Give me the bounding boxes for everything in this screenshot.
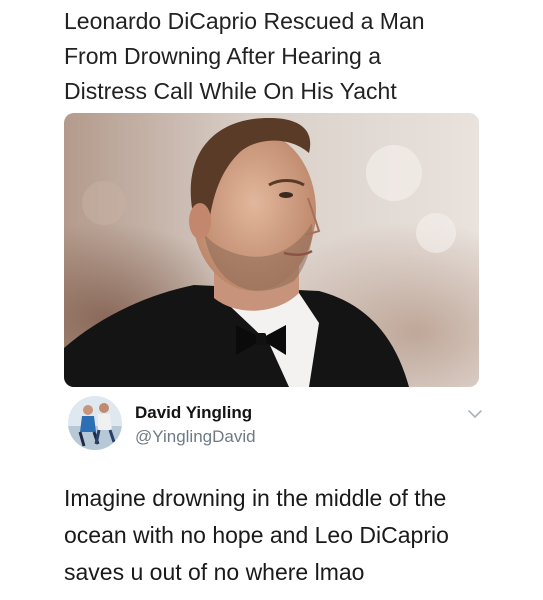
tweet-text-line-1: Imagine drowning in the middle of the bbox=[64, 485, 447, 511]
avatar[interactable] bbox=[68, 396, 122, 450]
news-photo bbox=[64, 113, 479, 387]
user-handle[interactable]: @YinglingDavid bbox=[135, 427, 256, 447]
tweet-text-line-3: saves u out of no where lmao bbox=[64, 559, 365, 585]
display-name[interactable]: David Yingling bbox=[135, 403, 252, 423]
headline-line-2: From Drowning After Hearing a bbox=[64, 43, 382, 69]
chevron-down-icon[interactable] bbox=[467, 407, 483, 419]
headline: Leonardo DiCaprio Rescued a Man From Dro… bbox=[64, 4, 504, 109]
tweet-text: Imagine drowning in the middle of the oc… bbox=[64, 480, 524, 591]
tweet-text-line-2: ocean with no hope and Leo DiCaprio bbox=[64, 522, 449, 548]
avatar-photo bbox=[68, 396, 122, 450]
headline-line-3: Distress Call While On His Yacht bbox=[64, 78, 397, 104]
man-in-tuxedo-photo bbox=[64, 113, 479, 387]
headline-line-1: Leonardo DiCaprio Rescued a Man bbox=[64, 8, 425, 34]
